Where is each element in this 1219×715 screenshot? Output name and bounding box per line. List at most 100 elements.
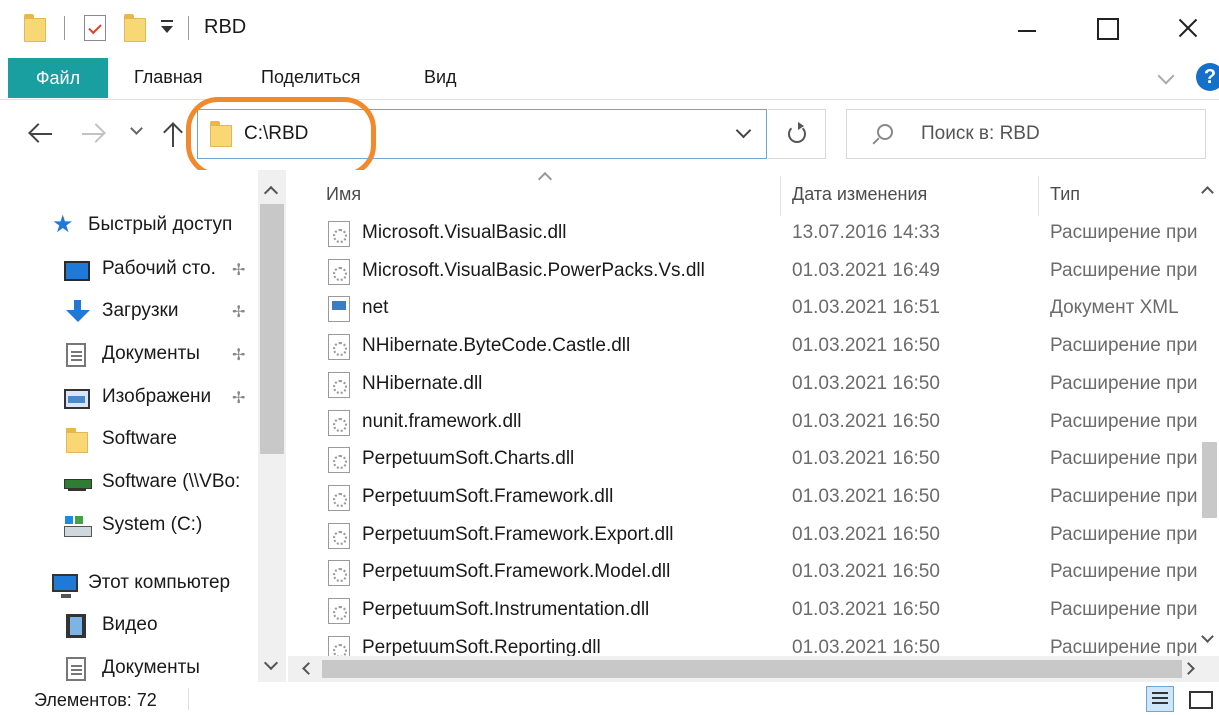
column-header-type[interactable]: Тип	[1050, 184, 1080, 205]
nav-item-pictures[interactable]: Изображени ✢	[0, 378, 258, 418]
close-button[interactable]	[1146, 0, 1219, 56]
quick-access-dropdown-icon[interactable]	[160, 18, 174, 36]
scroll-thumb[interactable]	[260, 204, 284, 454]
nav-item-software-network[interactable]: Software (\\VBo:	[0, 463, 258, 503]
nav-item-downloads[interactable]: Загрузки ✢	[0, 292, 258, 332]
recent-locations-chevron-icon[interactable]	[130, 122, 143, 135]
maximize-button[interactable]	[1066, 0, 1146, 56]
horizontal-scrollbar[interactable]	[288, 656, 1219, 682]
folder-icon	[24, 14, 46, 42]
refresh-button[interactable]	[768, 109, 826, 159]
nav-item-label: Software (\\VBo:	[102, 471, 241, 492]
file-date: 01.03.2021 16:50	[792, 561, 940, 583]
dll-file-icon	[328, 484, 350, 511]
folder-icon	[66, 428, 92, 453]
properties-icon[interactable]	[84, 15, 106, 41]
nav-item-software-folder[interactable]: Software	[0, 420, 258, 460]
file-date: 13.07.2016 14:33	[792, 222, 940, 243]
file-date: 01.03.2021 16:49	[792, 259, 940, 281]
network-drive-icon	[64, 471, 92, 495]
file-list-scrollbar[interactable]	[1198, 170, 1219, 656]
nav-item-desktop[interactable]: Рабочий сто. ✢	[0, 250, 258, 290]
minimize-button[interactable]	[986, 0, 1066, 56]
file-row[interactable]: nunit.framework.dll 01.03.2021 16:50 Расши…	[318, 405, 1208, 442]
nav-item-quick-access[interactable]: ★ Быстрый доступ	[0, 206, 258, 246]
column-separator[interactable]	[1038, 176, 1039, 216]
scroll-up-icon[interactable]	[1201, 186, 1214, 199]
file-row[interactable]: net 01.03.2021 16:51 Документ XML	[318, 291, 1208, 328]
file-type: Расширение при	[1050, 222, 1198, 243]
file-row[interactable]: NHibernate.ByteCode.Castle.dll 01.03.2021…	[318, 329, 1208, 366]
file-name: PerpetuumSoft.Charts.dll	[362, 448, 575, 470]
back-arrow-icon[interactable]	[28, 120, 56, 148]
pin-icon[interactable]: ✢	[232, 345, 248, 364]
nav-pane-scrollbar[interactable]	[258, 170, 286, 682]
nav-item-label: Видео	[102, 614, 158, 635]
status-bar: Элементов: 72	[0, 682, 1219, 715]
nav-item-label: Загрузки	[102, 300, 179, 321]
star-icon: ★	[52, 211, 74, 238]
file-name: Microsoft.VisualBasic.PowerPacks.Vs.dll	[362, 259, 705, 281]
toolbar-separator	[188, 16, 189, 40]
scroll-up-icon[interactable]	[263, 185, 279, 201]
tab-file[interactable]: Файл	[8, 58, 108, 98]
search-icon	[877, 124, 893, 140]
file-type: Расширение при	[1050, 485, 1198, 507]
large-icons-view-icon[interactable]	[1186, 686, 1214, 712]
file-name: PerpetuumSoft.Framework.dll	[362, 485, 614, 507]
pictures-icon	[64, 389, 90, 409]
scroll-down-icon[interactable]	[1201, 630, 1214, 643]
nav-item-system-drive[interactable]: System (C:)	[0, 506, 258, 546]
file-row[interactable]: PerpetuumSoft.Charts.dll 01.03.2021 16:50…	[318, 442, 1208, 479]
column-header-date[interactable]: Дата изменения	[792, 184, 927, 205]
nav-item-this-pc[interactable]: Этот компьютер	[0, 564, 258, 604]
forward-arrow-icon[interactable]	[80, 120, 108, 148]
pin-icon[interactable]: ✢	[232, 260, 248, 279]
scroll-down-icon[interactable]	[263, 655, 279, 671]
column-separator[interactable]	[780, 176, 781, 216]
scroll-right-icon[interactable]	[1182, 662, 1195, 675]
nav-item-video[interactable]: Видео	[0, 606, 258, 646]
search-placeholder[interactable]: Поиск в: RBD	[921, 123, 1040, 145]
tab-view[interactable]: Вид	[424, 56, 457, 98]
toolbar-separator	[64, 16, 65, 40]
file-row[interactable]: PerpetuumSoft.Framework.Export.dll 01.03.…	[318, 518, 1208, 555]
file-date: 01.03.2021 16:50	[792, 485, 940, 507]
pin-icon[interactable]: ✢	[232, 302, 248, 321]
search-box[interactable]: Поиск в: RBD	[846, 109, 1206, 159]
nav-item-label: Рабочий сто.	[102, 258, 216, 279]
scroll-left-icon[interactable]	[302, 662, 315, 675]
address-dropdown-chevron-icon[interactable]	[735, 122, 752, 139]
desktop-icon	[64, 261, 90, 281]
address-bar[interactable]: C:\RBD	[197, 109, 767, 159]
details-view-icon[interactable]	[1146, 686, 1174, 712]
file-row[interactable]: Microsoft.VisualBasic.dll 13.07.2016 14:3…	[318, 216, 1208, 253]
file-row[interactable]: NHibernate.dll 01.03.2021 16:50 Расширение…	[318, 367, 1208, 404]
column-header-name[interactable]: Имя	[326, 184, 361, 205]
dll-file-icon	[328, 258, 350, 285]
dll-file-icon	[328, 221, 350, 247]
tab-home[interactable]: Главная	[134, 56, 203, 98]
new-folder-icon[interactable]	[124, 14, 146, 42]
file-name: Microsoft.VisualBasic.dll	[362, 222, 567, 243]
address-path[interactable]: C:\RBD	[244, 123, 308, 145]
file-date: 01.03.2021 16:50	[792, 523, 940, 545]
file-row[interactable]: Microsoft.VisualBasic.PowerPacks.Vs.dll 0…	[318, 254, 1208, 291]
file-name: NHibernate.dll	[362, 372, 483, 394]
file-row[interactable]: PerpetuumSoft.Framework.Model.dll 01.03.2…	[318, 555, 1208, 592]
help-button[interactable]: ?	[1196, 63, 1219, 91]
file-row[interactable]: PerpetuumSoft.Framework.dll 01.03.2021 16…	[318, 480, 1208, 517]
expand-ribbon-chevron-icon[interactable]	[1157, 67, 1175, 85]
file-type: Расширение при	[1050, 410, 1198, 432]
nav-item-pc-documents[interactable]: Документы	[0, 649, 258, 682]
pin-icon[interactable]: ✢	[232, 388, 248, 407]
scroll-thumb[interactable]	[1202, 442, 1217, 518]
file-type: Расширение при	[1050, 335, 1198, 357]
nav-item-documents[interactable]: Документы ✢	[0, 335, 258, 375]
file-row[interactable]: PerpetuumSoft.Instrumentation.dll 01.03.2…	[318, 593, 1208, 630]
file-type: Расширение при	[1050, 372, 1198, 394]
file-type: Расширение при	[1050, 448, 1198, 470]
up-arrow-icon[interactable]	[160, 120, 188, 150]
tab-share[interactable]: Поделиться	[261, 56, 360, 98]
scroll-thumb[interactable]	[322, 660, 1182, 678]
